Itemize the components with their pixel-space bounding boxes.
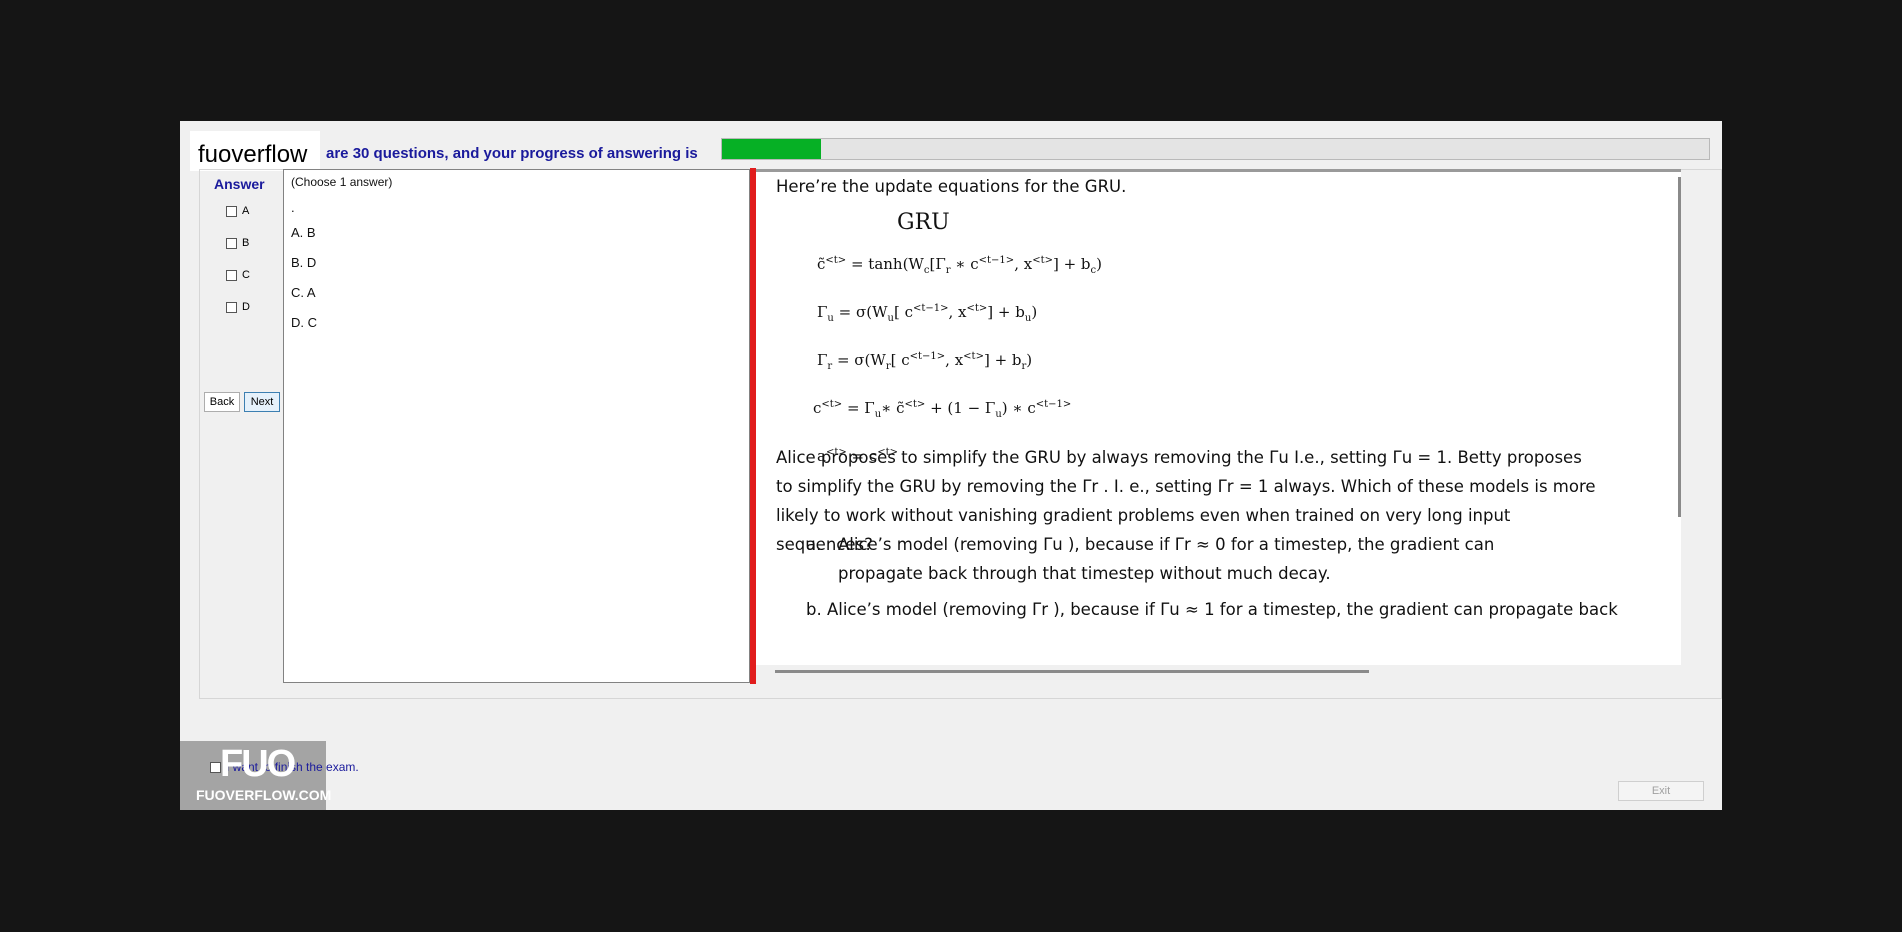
option-label: C (242, 269, 250, 281)
progress-fill (722, 139, 821, 159)
option-label: A (242, 205, 250, 217)
question-intro: Here’re the update equations for the GRU… (776, 177, 1127, 196)
choice-item-b: B. D (291, 255, 317, 270)
option-label: D (242, 301, 250, 313)
answer-option-a[interactable]: A (226, 205, 249, 217)
answer-option-d[interactable]: D (226, 301, 250, 313)
answer-label: Answer (214, 176, 265, 192)
watermark-site: FUOVERFLOW.COM (196, 787, 332, 803)
gru-title: GRU (897, 210, 950, 235)
question-vertical-scrollbar[interactable] (1678, 177, 1681, 517)
progress-text: are 30 questions, and your progress of a… (326, 145, 698, 162)
option-a-text: Alice’s model (removing Γu ), because if… (838, 535, 1495, 583)
exit-button[interactable]: Exit (1618, 781, 1704, 801)
choice-dot: . (291, 200, 295, 215)
option-a-marker: a. (806, 535, 822, 554)
answer-option-b[interactable]: B (226, 237, 249, 249)
checkbox-a[interactable] (226, 205, 237, 217)
next-button[interactable]: Next (244, 392, 280, 412)
equation-reset-gate: Γr = σ(Wr[ c<t−1>, x<t>] + br) (817, 351, 1033, 372)
choose-instruction: (Choose 1 answer) (291, 175, 393, 189)
question-panel: Here’re the update equations for the GRU… (756, 169, 1681, 665)
equation-memory-cell: c<t> = Γu∗ c̃<t> + (1 − Γu) ∗ c<t−1> (813, 399, 1072, 420)
option-label: B (242, 237, 250, 249)
question-horizontal-scrollbar[interactable] (775, 670, 1369, 673)
checkbox-b[interactable] (226, 237, 237, 249)
checkbox-d[interactable] (226, 301, 237, 313)
back-button[interactable]: Back (204, 392, 240, 412)
choice-item-d: D. C (291, 315, 317, 330)
logo-text: fuoverflow (198, 141, 308, 168)
exam-window: fuoverflow are 30 questions, and your pr… (180, 121, 1722, 810)
equation-candidate: c̃<t> = tanh(Wc[Γr ∗ c<t−1>, x<t>] + bc) (817, 255, 1102, 276)
checkbox-c[interactable] (226, 269, 237, 281)
choice-item-a: A. B (291, 225, 316, 240)
equation-update-gate: Γu = σ(Wu[ c<t−1>, x<t>] + bu) (817, 303, 1038, 324)
progress-bar (721, 138, 1710, 160)
choice-item-c: C. A (291, 285, 316, 300)
answer-option-c[interactable]: C (226, 269, 250, 281)
option-b-text: b. Alice’s model (removing Γr ), because… (806, 600, 1618, 619)
watermark-brand: FUO (220, 743, 296, 785)
choices-panel: (Choose 1 answer) . A. B B. D C. A D. C (283, 169, 750, 683)
